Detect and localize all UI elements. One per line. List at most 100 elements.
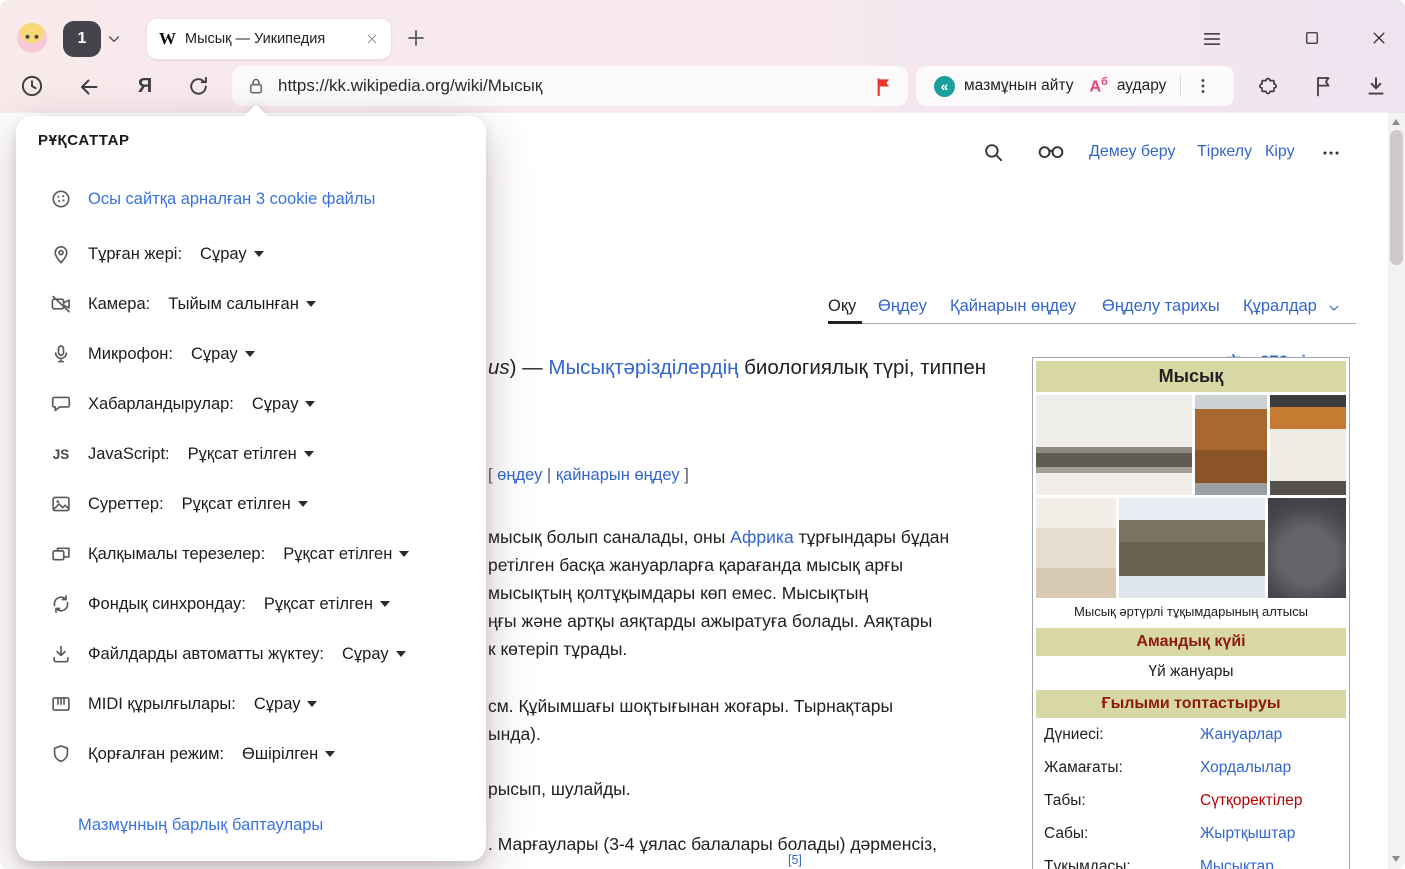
article-paragraph-line: рысып, шулайды.	[488, 779, 631, 800]
translate-button[interactable]: Аб аудару	[1081, 66, 1174, 106]
back-icon[interactable]	[77, 75, 101, 99]
page-scrollbar[interactable]	[1388, 112, 1405, 869]
window-maximize-icon[interactable]	[1303, 29, 1321, 47]
appearance-icon[interactable]	[1036, 139, 1066, 161]
tab-history[interactable]: Өңделу тарихы	[1102, 297, 1220, 316]
infobox-title: Мысық	[1036, 361, 1346, 392]
lock-icon[interactable]	[246, 76, 266, 96]
dropdown-caret-icon	[399, 551, 409, 557]
taxonomy-value-link[interactable]: Хордалылар	[1200, 759, 1291, 777]
permission-label: Тұрған жері:	[88, 245, 182, 264]
window-menu-icon[interactable]	[1201, 28, 1223, 50]
taxonomy-value-link[interactable]: Жануарлар	[1200, 726, 1282, 744]
scrollbar-down-icon[interactable]	[1392, 856, 1400, 862]
permission-value-dropdown[interactable]: Сұрау	[252, 395, 316, 414]
dropdown-caret-icon	[307, 701, 317, 707]
article-paragraph-line: мысық болып саналады, оны Африка тұрғынд…	[488, 527, 949, 548]
taxonomy-row: Табы: Сүтқоректілер	[1036, 784, 1346, 817]
permission-value: Сұрау	[200, 245, 247, 264]
tab-group-chevron-icon[interactable]	[106, 31, 122, 47]
dropdown-caret-icon	[245, 351, 255, 357]
permission-value-dropdown[interactable]: Рұқсат етілген	[182, 495, 308, 514]
scrollbar-thumb[interactable]	[1390, 130, 1403, 265]
permission-label: Қалқымалы терезелер:	[88, 545, 265, 564]
taxonomy-value-link[interactable]: Жыртқыштар	[1200, 825, 1295, 843]
tab-read[interactable]: Оқу	[828, 297, 856, 316]
taxonomy-rank: Сабы:	[1044, 825, 1088, 843]
more-options-icon[interactable]	[1320, 142, 1342, 164]
taxonomy-row: Сабы: Жыртқыштар	[1036, 817, 1346, 850]
taxonomy-value-redlink[interactable]: Сүтқоректілер	[1200, 792, 1302, 810]
permission-value-dropdown[interactable]: Тыйым салынған	[168, 295, 316, 314]
protected-mode-icon	[50, 743, 72, 765]
read-aloud-button[interactable]: « мазмұнын айту	[926, 66, 1081, 106]
permission-value: Рұқсат етілген	[283, 545, 392, 564]
tab-close-icon[interactable]	[365, 32, 379, 46]
register-link[interactable]: Тіркелу	[1197, 143, 1252, 161]
tools-chevron-icon[interactable]	[1327, 301, 1341, 315]
cat-photo-gray[interactable]	[1268, 498, 1346, 598]
taxonomy-rank: Тұқымдасы:	[1044, 858, 1131, 869]
permission-value-dropdown[interactable]: Рұқсат етілген	[188, 445, 314, 464]
edit-link[interactable]: өңдеу	[497, 466, 542, 484]
tab-edit-source[interactable]: Қайнарын өңдеу	[950, 297, 1076, 316]
cat-photo-tabby-lying[interactable]	[1036, 395, 1192, 495]
window-close-icon[interactable]	[1370, 29, 1388, 47]
permission-row-camera: Камера: Тыйым салынған	[50, 291, 316, 317]
yandex-services-button[interactable]: Я	[132, 73, 158, 99]
permission-value-dropdown[interactable]: Сұрау	[191, 345, 255, 364]
scrollbar-up-icon[interactable]	[1392, 119, 1400, 125]
article-paragraph-line: ында).	[488, 724, 541, 745]
permission-value-dropdown[interactable]: Рұқсат етілген	[283, 545, 409, 564]
cat-photo-white-orange[interactable]	[1270, 395, 1346, 495]
permission-value: Рұқсат етілген	[182, 495, 291, 514]
donate-link[interactable]: Демеу беру	[1089, 143, 1176, 161]
permission-value-dropdown[interactable]: Сұрау	[342, 645, 406, 664]
bookmark-flag-icon[interactable]	[873, 76, 894, 97]
infobox-photo-row	[1036, 498, 1346, 598]
species-infobox: Мысық Мысық әртүрлі тұқымдарының алтысы …	[1032, 357, 1350, 869]
address-bar[interactable]: https://kk.wikipedia.org/wiki/Мысық	[232, 66, 908, 106]
cookie-icon	[50, 188, 72, 210]
permission-row-javascript: JS JavaScript: Рұқсат етілген	[50, 441, 314, 467]
downloads-icon[interactable]	[1364, 74, 1388, 98]
all-content-settings-link[interactable]: Мазмұнның барлық баптаулары	[78, 816, 323, 835]
active-tab-underline	[828, 321, 862, 324]
reference-link[interactable]: [5]	[788, 853, 802, 867]
cookies-link[interactable]: Осы сайтқа арналған 3 cookie файлы	[88, 190, 375, 209]
tab-title: Мысық — Уикипедия	[185, 31, 356, 47]
permission-value-dropdown[interactable]: Рұқсат етілген	[264, 595, 390, 614]
url-text[interactable]: https://kk.wikipedia.org/wiki/Мысық	[278, 76, 861, 96]
history-icon[interactable]	[19, 73, 45, 99]
cat-photo-tabby-standing[interactable]	[1119, 498, 1265, 598]
search-icon[interactable]	[982, 141, 1004, 163]
profile-avatar[interactable]	[17, 23, 47, 53]
permission-value-dropdown[interactable]: Өшірілген	[242, 745, 335, 764]
new-tab-icon[interactable]	[404, 26, 428, 50]
login-link[interactable]: Кіру	[1265, 143, 1295, 161]
tab-edit[interactable]: Өңдеу	[878, 297, 927, 316]
permission-value-dropdown[interactable]: Сұрау	[254, 695, 318, 714]
taxonomy-value-link[interactable]: Мысықтар	[1200, 858, 1274, 869]
reload-icon[interactable]	[187, 75, 210, 98]
taxonomy-row: Дүниесі: Жануарлар	[1036, 718, 1346, 751]
text: мысық болып саналады, оны	[488, 527, 730, 547]
tab-group-badge[interactable]: 1	[63, 21, 101, 57]
taxonomy-row: Жамағаты: Хордалылар	[1036, 751, 1346, 784]
africa-link[interactable]: Африка	[730, 527, 794, 547]
extensions-icon[interactable]	[1256, 74, 1280, 98]
permission-row-auto-download: Файлдарды автоматты жүктеу: Сұрау	[50, 641, 406, 667]
active-tab[interactable]: W Мысық — Уикипедия	[147, 19, 391, 59]
felidae-link[interactable]: Мысықтәрізділердің	[548, 356, 738, 379]
permission-label: Файлдарды автоматты жүктеу:	[88, 645, 324, 664]
permission-value-dropdown[interactable]: Сұрау	[200, 245, 264, 264]
read-aloud-icon: «	[934, 76, 955, 97]
cat-photo-orange[interactable]	[1195, 395, 1267, 495]
edit-source-link[interactable]: қайнарын өңдеу	[556, 466, 680, 484]
cat-photo-siamese[interactable]	[1036, 498, 1116, 598]
dropdown-caret-icon	[325, 751, 335, 757]
collections-icon[interactable]	[1311, 74, 1335, 98]
toolbar-menu-icon[interactable]	[1193, 76, 1213, 96]
tools-menu[interactable]: Құралдар	[1243, 297, 1317, 316]
translate-icon: Аб	[1089, 77, 1107, 95]
